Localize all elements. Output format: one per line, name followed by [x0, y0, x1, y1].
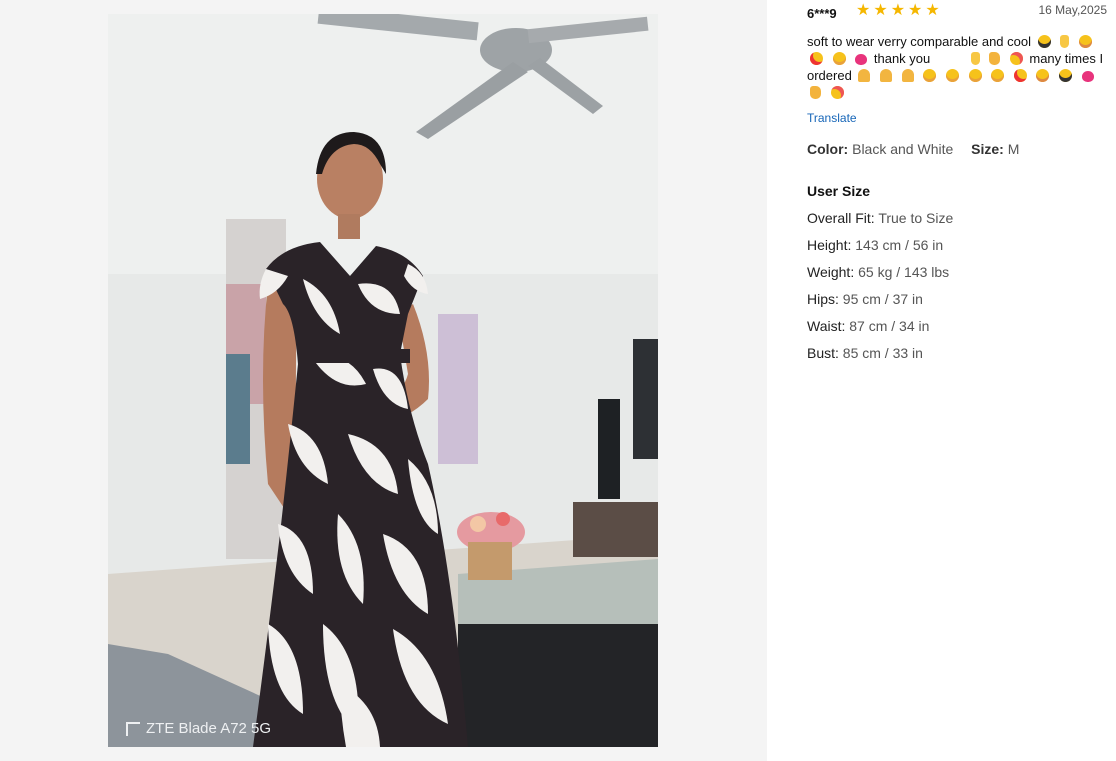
reviewer-name: 6***9	[807, 6, 837, 21]
watermark-text: ZTE Blade A72 5G	[146, 720, 272, 737]
star-icon: ★	[890, 2, 906, 19]
pray-emoji-icon	[858, 69, 871, 82]
bust-label: Bust:	[807, 345, 839, 361]
photo-viewer: ZTE Blade A72 5G	[0, 0, 767, 761]
review-photo-image	[108, 14, 658, 747]
waist-label: Waist:	[807, 318, 846, 334]
smile-emoji-icon	[991, 69, 1005, 82]
camera-watermark: ZTE Blade A72 5G	[126, 720, 271, 737]
heart-eyes-emoji-icon	[810, 52, 823, 65]
star-icon: ★	[856, 2, 871, 19]
review-panel: 6***9 ★ ★ ★ ★ ★ 16 May,2025 soft to wear…	[807, 0, 1107, 361]
hips-label: Hips:	[807, 291, 839, 307]
translate-link[interactable]: Translate	[807, 111, 857, 125]
smile-emoji-icon	[968, 69, 982, 82]
review-date: 16 May,2025	[1038, 3, 1108, 17]
hips-value: 95 cm / 37 in	[842, 291, 923, 307]
user-size-row-height: Height: 143 cm / 56 in	[807, 237, 1107, 253]
kiss-emoji-icon	[1009, 52, 1023, 65]
product-attributes: Color: Black and White Size: M	[807, 141, 1107, 157]
pray-emoji-icon	[880, 69, 893, 82]
star-rating: ★ ★ ★ ★ ★	[856, 2, 940, 20]
height-label: Height:	[807, 237, 852, 253]
heart-emoji-icon	[855, 54, 868, 65]
smile-emoji-icon	[923, 69, 937, 82]
bust-value: 85 cm / 33 in	[842, 345, 923, 361]
user-size-row-bust: Bust: 85 cm / 33 in	[807, 345, 1107, 361]
user-size-row-waist: Waist: 87 cm / 34 in	[807, 318, 1107, 334]
weight-label: Weight:	[807, 264, 855, 280]
pray-emoji-icon	[901, 69, 914, 82]
color-value: Black and White	[852, 141, 954, 157]
grin-emoji-icon	[1078, 35, 1092, 48]
waist-value: 87 cm / 34 in	[849, 318, 930, 334]
color-label: Color:	[807, 141, 849, 157]
user-size-row-fit: Overall Fit: True to Size	[807, 210, 1107, 226]
review-text-part-2: thank you	[873, 51, 931, 66]
height-value: 143 cm / 56 in	[855, 237, 944, 253]
review-photo[interactable]: ZTE Blade A72 5G	[108, 14, 658, 747]
user-size-row-hips: Hips: 95 cm / 37 in	[807, 291, 1107, 307]
star-icon: ★	[908, 2, 923, 19]
fit-label: Overall Fit:	[807, 210, 875, 226]
weight-value: 65 kg / 143 lbs	[858, 264, 950, 280]
ok-hand-emoji-icon	[1060, 35, 1070, 48]
smile-emoji-icon	[945, 69, 959, 82]
heart-emoji-icon	[1081, 71, 1094, 82]
sunglasses-emoji-icon	[1037, 35, 1051, 48]
review-text-part-1: soft to wear verry comparable and cool	[807, 34, 1031, 49]
star-icon: ★	[873, 2, 888, 19]
grin-emoji-icon	[1036, 69, 1050, 82]
thumbs-up-emoji-icon	[810, 86, 821, 99]
smile-emoji-icon	[832, 52, 846, 65]
kiss-emoji-icon	[830, 86, 844, 99]
sunglasses-emoji-icon	[1059, 69, 1073, 82]
heart-eyes-emoji-icon	[1013, 69, 1027, 82]
review-header: 6***9 ★ ★ ★ ★ ★ 16 May,2025	[807, 0, 1107, 28]
thumbs-up-emoji-icon	[989, 52, 1001, 65]
user-size-title: User Size	[807, 183, 871, 199]
star-icon: ★	[925, 2, 940, 19]
user-size-row-weight: Weight: 65 kg / 143 lbs	[807, 264, 1107, 280]
review-text: soft to wear verry comparable and cool t…	[807, 33, 1107, 101]
ok-hand-emoji-icon	[970, 52, 980, 65]
size-label: Size:	[971, 141, 1004, 157]
size-value: M	[1007, 141, 1020, 157]
camera-corner-icon	[126, 721, 140, 736]
fit-value: True to Size	[878, 210, 954, 226]
